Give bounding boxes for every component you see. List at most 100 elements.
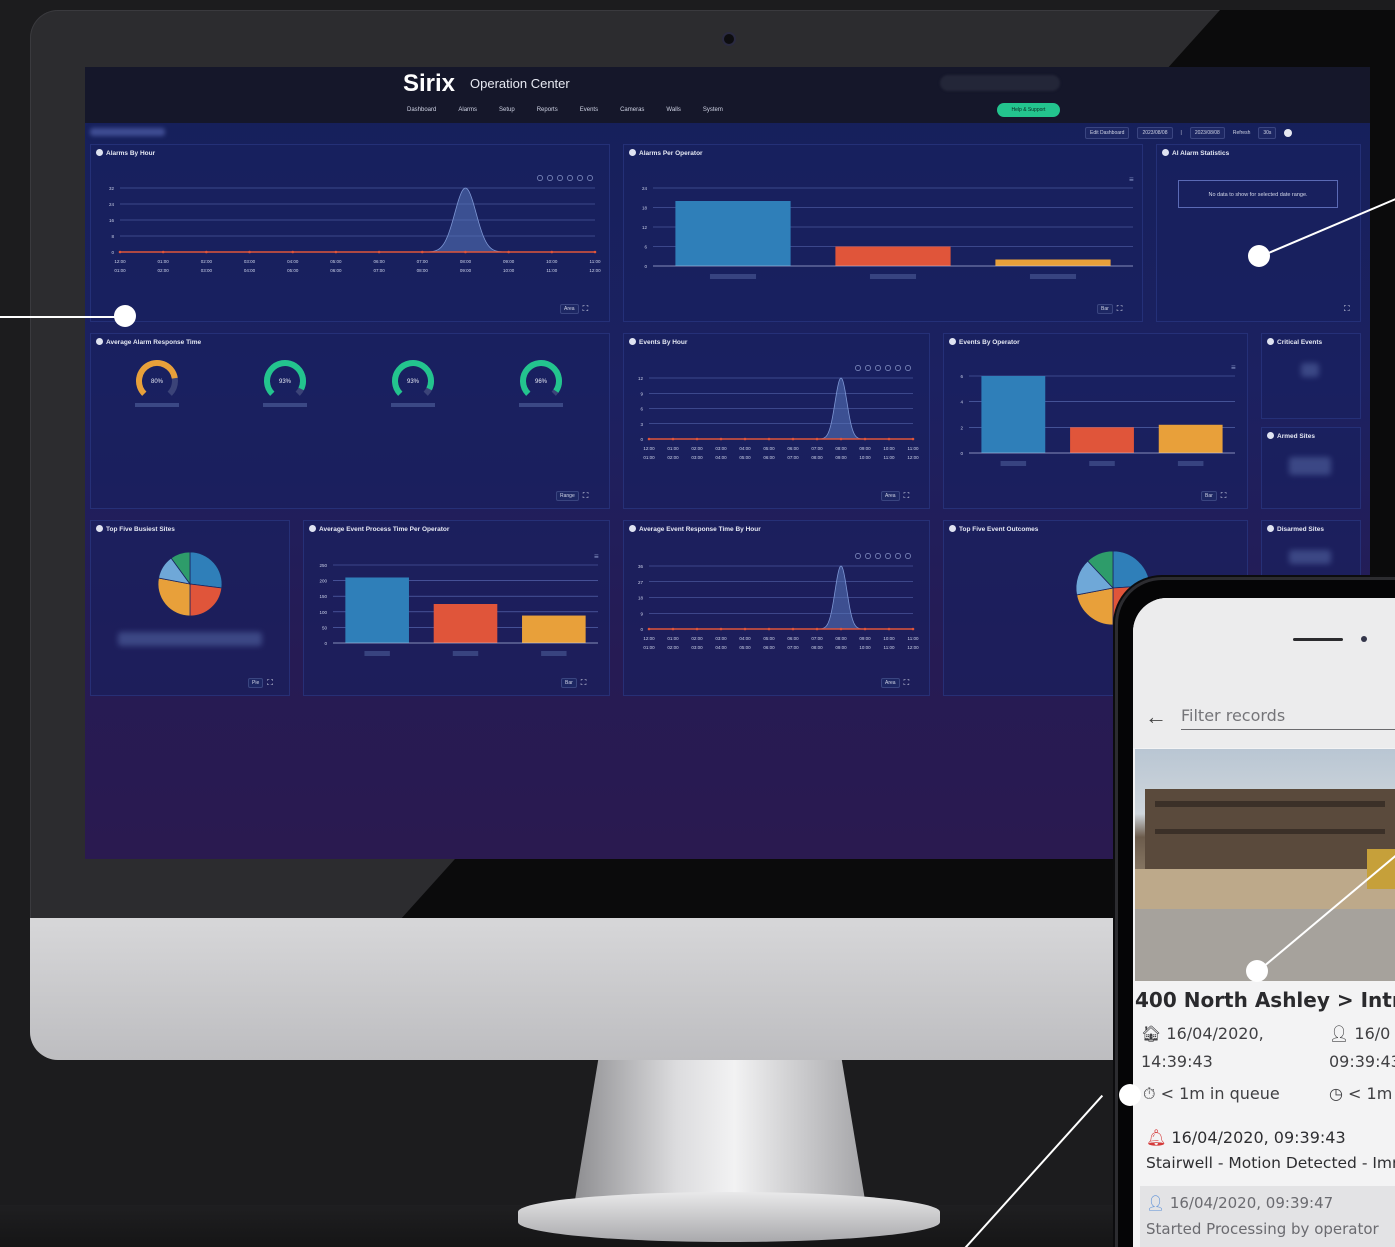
info-icon[interactable]	[1162, 149, 1169, 156]
y-tick-label: 12	[638, 376, 644, 381]
refresh-interval-select[interactable]: 30s	[1258, 127, 1277, 139]
back-arrow-icon[interactable]: ←	[1145, 704, 1167, 730]
chart-type-select[interactable]: Area	[881, 678, 900, 688]
data-point	[863, 627, 867, 631]
x-tick-label: 06:00	[763, 645, 775, 650]
panel-title: Critical Events	[1267, 338, 1322, 346]
nav-reports[interactable]: Reports	[537, 107, 558, 113]
filter-records-input[interactable]: Filter records	[1181, 706, 1395, 730]
nav-system[interactable]: System	[703, 107, 723, 113]
nav-cameras[interactable]: Cameras	[620, 107, 644, 113]
help-support-button[interactable]: Help & Support	[997, 103, 1060, 117]
x-tick-label: 07:00	[417, 259, 429, 264]
record-title[interactable]: 400 North Ashley > Intrude	[1135, 988, 1395, 1012]
blurred-category-label	[452, 651, 479, 656]
nav-dashboard[interactable]: Dashboard	[407, 107, 436, 113]
chart-type-select[interactable]: Area	[560, 304, 579, 314]
panel-top-five-busiest-sites: Top Five Busiest Sites Pie ⛶	[90, 520, 290, 696]
blurred-gauge-caption	[391, 403, 435, 407]
x-tick-label: 07:00	[373, 268, 385, 273]
x-tick-label: 04:00	[244, 268, 256, 273]
gauge-value: 96%	[535, 379, 548, 385]
x-tick-label: 04:00	[739, 636, 751, 641]
blurred-category-label	[541, 651, 567, 656]
expand-icon[interactable]: ⛶	[904, 491, 910, 501]
menu-icon	[587, 175, 593, 181]
data-point	[420, 250, 424, 254]
chart-type-select[interactable]: Range	[556, 491, 579, 501]
data-point	[839, 627, 843, 631]
y-tick-label: 4	[960, 400, 963, 405]
blurred-category-label	[1177, 461, 1204, 466]
front-camera-icon	[1361, 636, 1367, 642]
data-point	[161, 250, 165, 254]
bar	[433, 604, 498, 643]
panel-events-by-operator: Events By Operator 0 2 4 6 ≡ Bar ⛶	[943, 333, 1248, 509]
activity-log-item[interactable]: 👤︎ 16/04/2020, 09:39:47 Started Processi…	[1140, 1186, 1395, 1247]
home-icon	[895, 365, 901, 371]
chart-type-select[interactable]: Bar	[561, 678, 577, 688]
y-tick-label: 0	[640, 437, 643, 442]
data-point	[767, 437, 771, 441]
monitor-foot	[518, 1192, 940, 1242]
zoom-out-icon	[547, 175, 553, 181]
info-icon[interactable]	[1284, 129, 1293, 137]
event-process-time-chart: 0 50 100 150 200 250 ≡	[319, 552, 599, 656]
expand-icon[interactable]: ⛶	[1117, 304, 1123, 314]
info-icon[interactable]	[1267, 432, 1274, 439]
x-tick-label: 03:00	[244, 259, 256, 264]
nav-alarms[interactable]: Alarms	[458, 107, 477, 113]
expand-icon[interactable]: ⛶	[1344, 304, 1350, 314]
expand-icon[interactable]: ⛶	[583, 491, 589, 501]
panel-events-by-hour: Events By Hour 0 3 6 9 12 12:00 01:00 02:00 03:0…	[623, 333, 930, 509]
info-icon[interactable]	[1267, 525, 1274, 532]
y-tick-label: 9	[640, 391, 643, 396]
date-from-input[interactable]: 2023/08/08	[1137, 127, 1173, 139]
x-tick-label: 02:00	[158, 268, 170, 273]
panel-average-event-response-time-by-hour: Average Event Response Time By Hour 0 9 18…	[623, 520, 930, 696]
x-tick-label: 11:00	[908, 636, 919, 641]
pie-slice	[189, 551, 223, 589]
zoom-out-icon	[865, 365, 871, 371]
data-point	[743, 627, 747, 631]
info-icon[interactable]	[1267, 338, 1274, 345]
chart-type-select[interactable]: Pie	[248, 678, 264, 688]
expand-icon[interactable]: ⛶	[583, 304, 589, 314]
x-tick-label: 02:00	[201, 259, 213, 264]
expand-icon[interactable]: ⛶	[581, 678, 587, 688]
nav-setup[interactable]: Setup	[499, 107, 515, 113]
chart-type-select[interactable]: Area	[881, 491, 900, 501]
chart-controls: Area ⛶	[881, 491, 909, 501]
nav-walls[interactable]: Walls	[666, 107, 680, 113]
y-tick-label: 36	[638, 564, 644, 569]
gauge-value: 93%	[279, 379, 292, 385]
x-tick-label: 11:00	[546, 268, 557, 273]
x-tick-label: 02:00	[667, 645, 679, 650]
expand-icon[interactable]: ⛶	[904, 678, 910, 688]
bar	[995, 259, 1111, 266]
y-tick-label: 27	[638, 580, 644, 585]
y-tick-label: 3	[640, 422, 643, 427]
data-point	[671, 437, 675, 441]
expand-icon[interactable]: ⛶	[267, 678, 273, 688]
bar	[981, 376, 1046, 453]
chart-controls: Pie ⛶	[248, 678, 273, 688]
data-point	[550, 250, 554, 254]
chart-type-select[interactable]: Bar	[1097, 304, 1113, 314]
edit-dashboard-button[interactable]: Edit Dashboard	[1085, 127, 1130, 139]
bar	[345, 577, 409, 643]
response-time-gauges: 80% 93% 93% 96%	[135, 360, 563, 407]
date-to-input[interactable]: 2023/08/08	[1189, 127, 1225, 139]
x-tick-label: 08:00	[835, 446, 847, 451]
building-floor	[1155, 801, 1385, 807]
operator-time-clock: 09:39:43	[1329, 1052, 1395, 1071]
x-tick-label: 01:00	[667, 446, 679, 451]
y-tick-label: 6	[644, 245, 647, 250]
x-tick-label: 10:00	[859, 645, 871, 650]
account-menu[interactable]	[940, 75, 1060, 91]
y-tick-label: 16	[109, 218, 115, 223]
expand-icon[interactable]: ⛶	[1221, 491, 1227, 501]
nav-events[interactable]: Events	[580, 107, 598, 113]
camera-snapshot[interactable]	[1135, 749, 1395, 981]
chart-type-select[interactable]: Bar	[1201, 491, 1217, 501]
